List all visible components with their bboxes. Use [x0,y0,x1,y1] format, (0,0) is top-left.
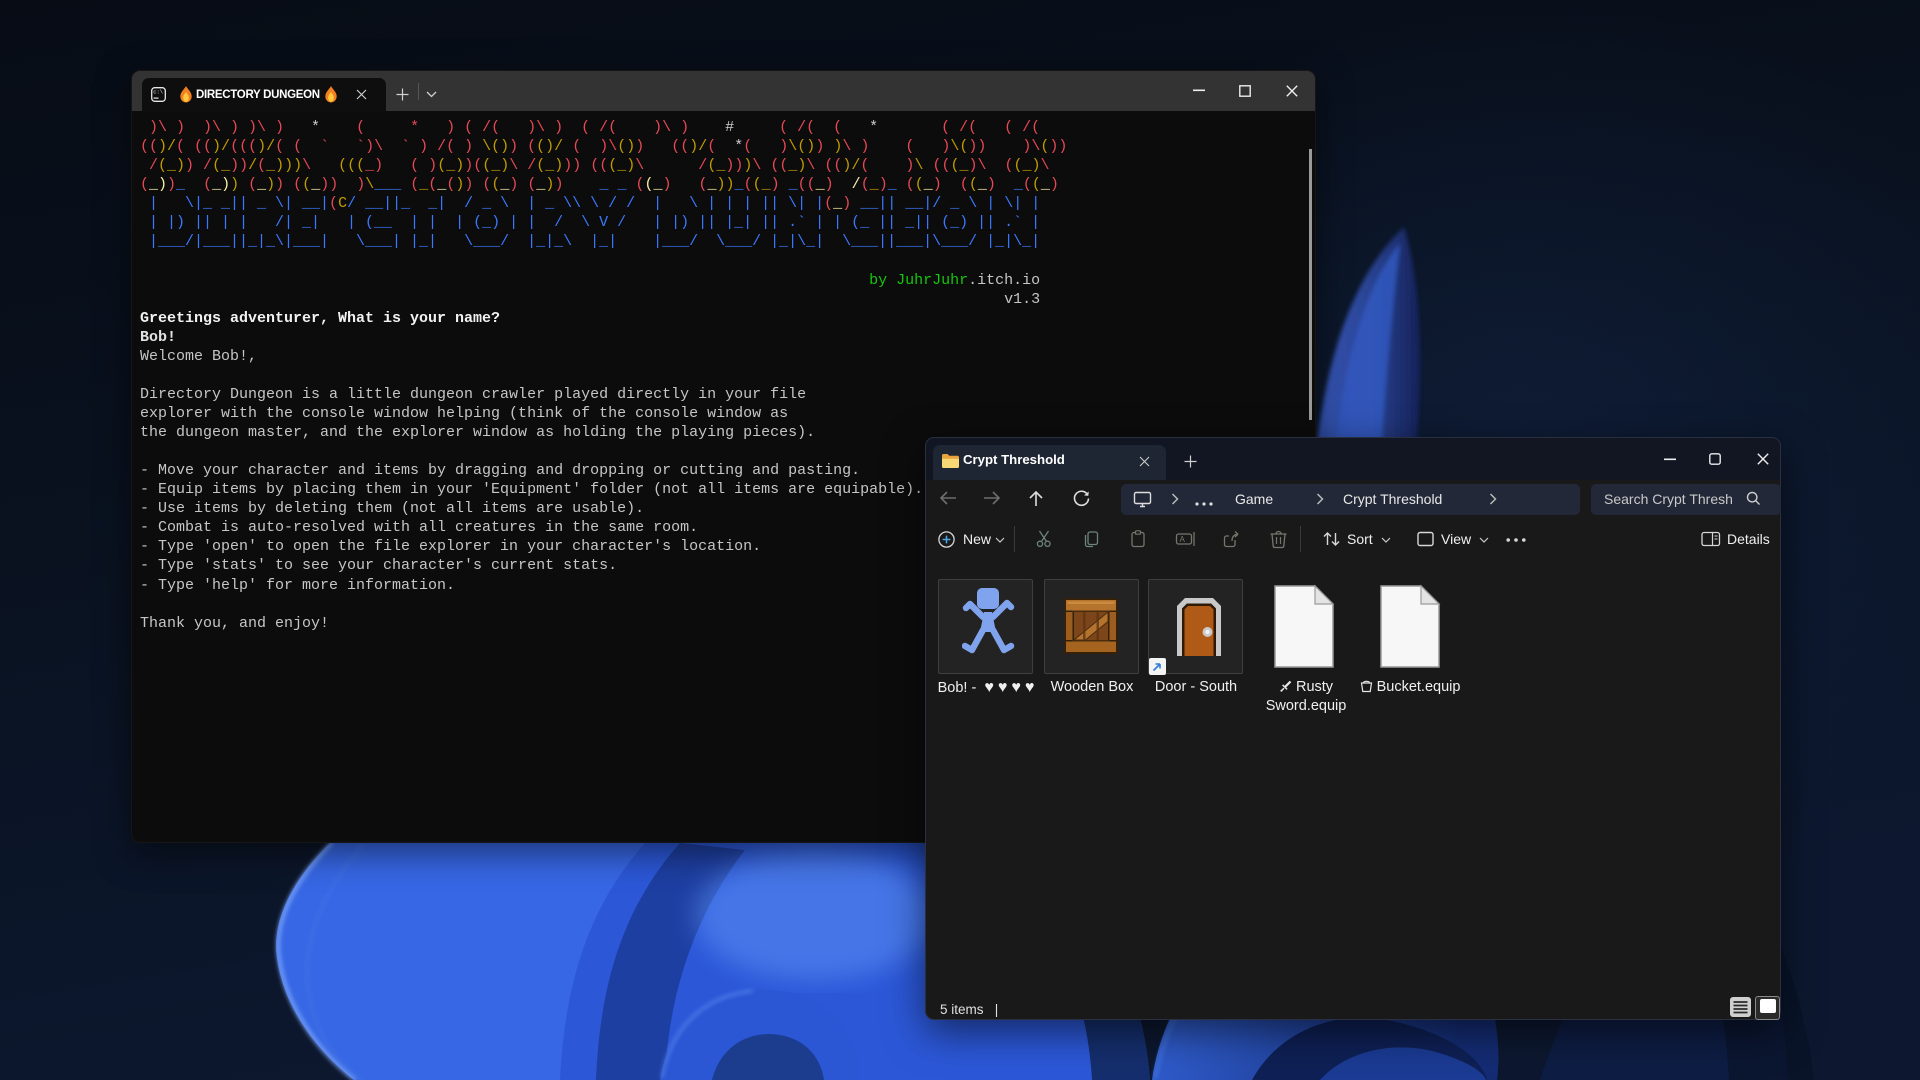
svg-text:A: A [1180,535,1186,544]
svg-text:c:\: c:\ [153,89,163,96]
